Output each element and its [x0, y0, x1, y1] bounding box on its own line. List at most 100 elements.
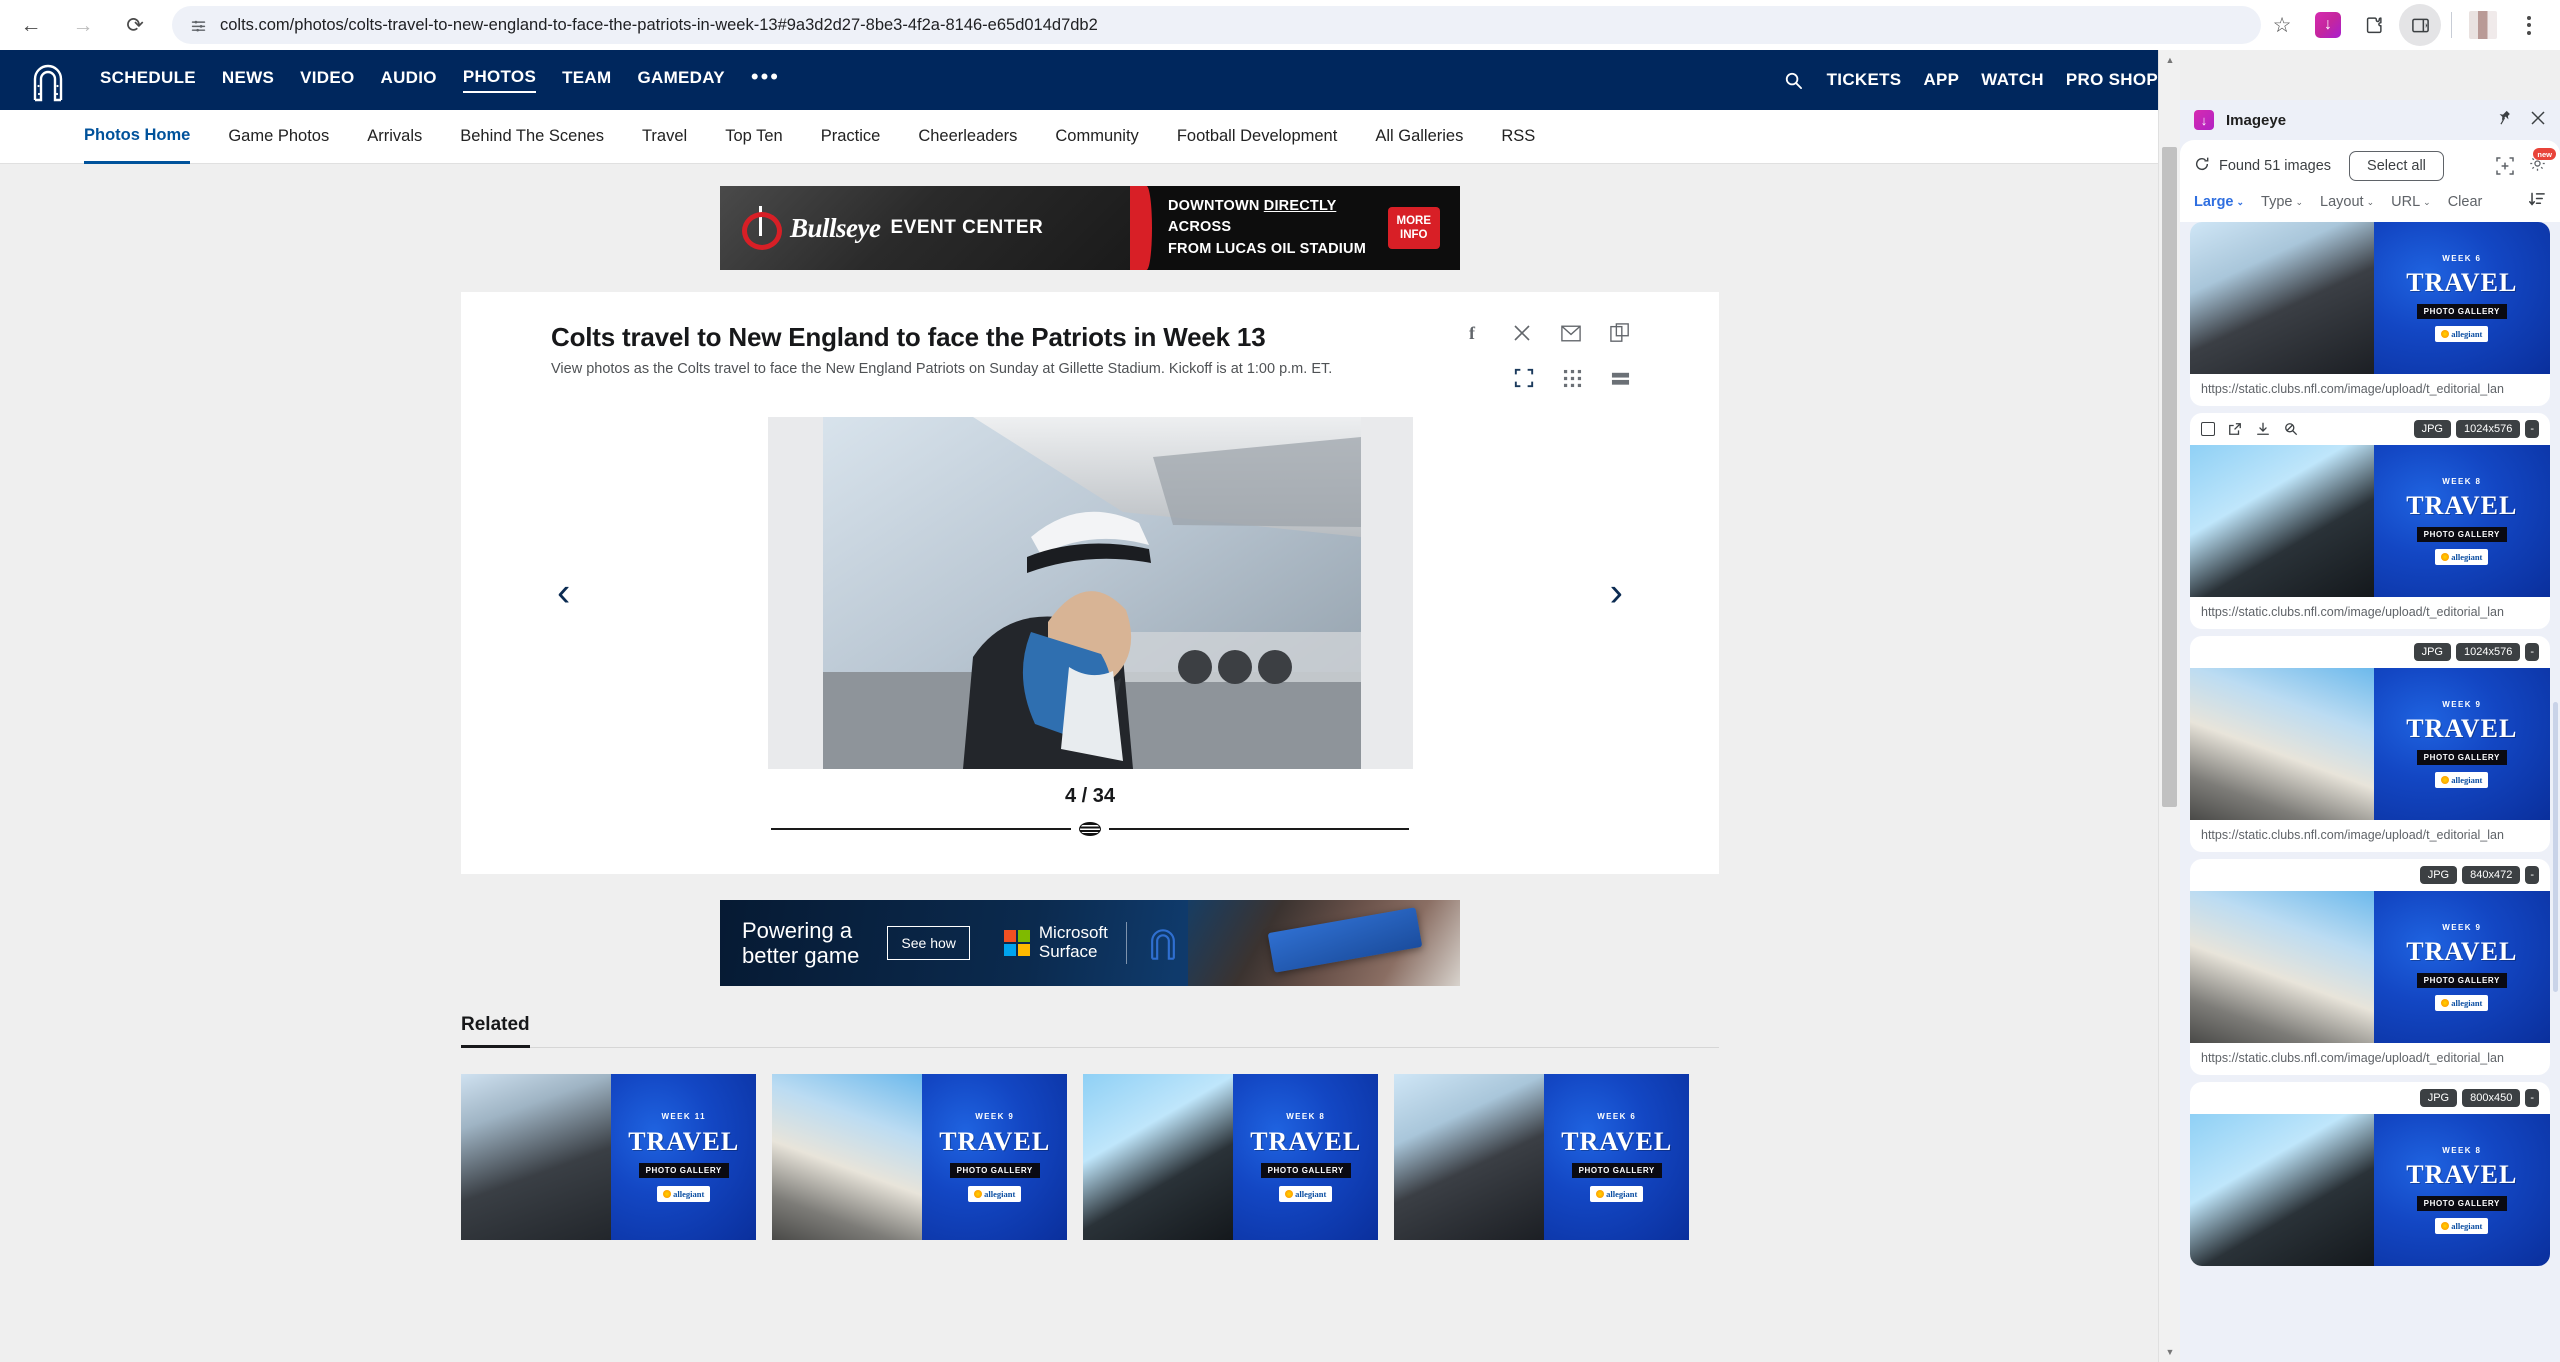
fullscreen-icon[interactable]: [1513, 367, 1535, 389]
nav-item-gameday[interactable]: GAMEDAY: [637, 68, 724, 92]
reload-button[interactable]: ⟳: [112, 2, 158, 48]
image-card-toolbar: JPG 1024x576 -: [2190, 413, 2550, 445]
chrome-menu-icon[interactable]: [2508, 4, 2550, 46]
scrollbar-up-arrow[interactable]: ▲: [2159, 50, 2180, 70]
nav-more-icon[interactable]: •••: [751, 65, 780, 90]
subnav-item-rss[interactable]: RSS: [1501, 110, 1535, 164]
bullseye-ad-banner[interactable]: Bullseye EVENT CENTER DOWNTOWN DIRECTLY …: [720, 186, 1460, 270]
nav-item-team[interactable]: TEAM: [562, 68, 611, 92]
nav-item-video[interactable]: VIDEO: [300, 68, 354, 92]
subnav-item-top-ten[interactable]: Top Ten: [725, 110, 783, 164]
microsoft-squares-icon: [1003, 930, 1030, 956]
extensions-puzzle-icon[interactable]: [2353, 4, 2395, 46]
subnav-item-football-development[interactable]: Football Development: [1177, 110, 1338, 164]
subnav-item-behind-the-scenes[interactable]: Behind The Scenes: [460, 110, 604, 164]
search-icon[interactable]: [1783, 69, 1805, 91]
back-button[interactable]: ←: [8, 2, 54, 48]
imageye-results-list[interactable]: WEEK 6 TRAVEL PHOTO GALLERY allegiant ht…: [2180, 222, 2560, 1362]
image-thumbnail[interactable]: WEEK 9 TRAVEL PHOTO GALLERY allegiant: [2190, 891, 2550, 1043]
open-in-new-tab-icon[interactable]: [2227, 421, 2243, 437]
imageye-extension-icon[interactable]: ↓: [2307, 4, 2349, 46]
carousel-progress-bar[interactable]: [461, 822, 1719, 836]
select-checkbox[interactable]: [2201, 422, 2215, 436]
nav-item-tickets[interactable]: TICKETS: [1827, 70, 1902, 90]
image-thumbnail[interactable]: WEEK 8 TRAVEL PHOTO GALLERY allegiant: [2190, 445, 2550, 597]
bullseye-more-info-button[interactable]: MORE INFO: [1387, 206, 1440, 250]
list-view-icon[interactable]: [1609, 367, 1631, 389]
filter-type[interactable]: Type ⌄: [2261, 194, 2303, 210]
carousel-current-photo[interactable]: [822, 417, 1361, 769]
image-result-card[interactable]: JPG 840x472 - WEEK 9 TRAVEL PHOTO GALLER…: [2190, 859, 2550, 1075]
imageye-scrollbar-thumb[interactable]: [2553, 702, 2558, 992]
image-type-badge: JPG: [2413, 643, 2451, 661]
side-panel-icon[interactable]: [2399, 4, 2441, 46]
nav-item-schedule[interactable]: SCHEDULE: [100, 68, 196, 92]
related-card[interactable]: WEEK 8 TRAVEL PHOTO GALLERY allegiant: [1083, 1074, 1378, 1240]
profile-avatar[interactable]: [2462, 4, 2504, 46]
nav-item-news[interactable]: NEWS: [222, 68, 274, 92]
nav-item-app[interactable]: APP: [1923, 70, 1959, 90]
gear-icon[interactable]: new: [2529, 148, 2556, 177]
filter-url[interactable]: URL ⌄: [2391, 194, 2431, 210]
email-icon[interactable]: [1560, 322, 1582, 344]
image-url-text[interactable]: https://static.clubs.nfl.com/image/uploa…: [2190, 820, 2550, 852]
subnav-item-practice[interactable]: Practice: [821, 110, 881, 164]
nav-item-audio[interactable]: AUDIO: [381, 68, 437, 92]
nav-item-photos[interactable]: PHOTOS: [462, 67, 537, 93]
carousel-prev-button[interactable]: ‹: [557, 571, 570, 616]
progress-handle[interactable]: [1079, 822, 1101, 836]
subnav-item-arrivals[interactable]: Arrivals: [367, 110, 422, 164]
bookmark-star-icon[interactable]: ☆: [2261, 4, 2303, 46]
filter-size[interactable]: Large ⌄: [2194, 194, 2244, 210]
related-travel-label: TRAVEL: [1561, 1126, 1673, 1156]
subnav-item-travel[interactable]: Travel: [642, 110, 687, 164]
image-result-card[interactable]: JPG 1024x576 - WEEK 8 TRAVEL PHOTO GALLE…: [2190, 413, 2550, 629]
facebook-icon[interactable]: f: [1462, 322, 1484, 344]
scrollbar-thumb[interactable]: [2162, 147, 2177, 807]
nav-item-pro-shop[interactable]: PRO SHOP: [2066, 70, 2158, 90]
thumbnail-gallery-label: PHOTO GALLERY: [2416, 972, 2507, 988]
filter-layout[interactable]: Layout ⌄: [2320, 194, 2374, 210]
nav-item-watch[interactable]: WATCH: [1981, 70, 2044, 90]
image-result-card[interactable]: JPG 800x450 - WEEK 8 TRAVEL PHOTO GALLER…: [2190, 1082, 2550, 1266]
pin-icon[interactable]: [2497, 110, 2512, 130]
image-result-card[interactable]: WEEK 6 TRAVEL PHOTO GALLERY allegiant ht…: [2190, 222, 2550, 406]
close-icon[interactable]: [2530, 110, 2546, 131]
image-thumbnail[interactable]: WEEK 9 TRAVEL PHOTO GALLERY allegiant: [2190, 668, 2550, 820]
image-url-text[interactable]: https://static.clubs.nfl.com/image/uploa…: [2190, 597, 2550, 629]
related-card[interactable]: WEEK 9 TRAVEL PHOTO GALLERY allegiant: [772, 1074, 1067, 1240]
subnav-item-cheerleaders[interactable]: Cheerleaders: [918, 110, 1017, 164]
image-thumbnail[interactable]: WEEK 8 TRAVEL PHOTO GALLERY allegiant: [2190, 1114, 2550, 1266]
colts-horseshoe-icon: [1143, 923, 1183, 963]
related-card[interactable]: WEEK 11 TRAVEL PHOTO GALLERY allegiant: [461, 1074, 756, 1240]
crop-capture-icon[interactable]: [2495, 156, 2515, 176]
ms-ad-see-how-button[interactable]: See how: [887, 926, 970, 960]
reverse-search-icon[interactable]: [2283, 421, 2299, 437]
scrollbar-down-arrow[interactable]: ▼: [2159, 1342, 2180, 1362]
subnav-item-photos-home[interactable]: Photos Home: [84, 110, 191, 164]
download-icon[interactable]: [2255, 421, 2271, 437]
colts-logo-icon[interactable]: [24, 58, 72, 102]
image-result-card[interactable]: JPG 1024x576 - WEEK 9 TRAVEL PHOTO GALLE…: [2190, 636, 2550, 852]
image-thumbnail[interactable]: WEEK 6 TRAVEL PHOTO GALLERY allegiant: [2190, 222, 2550, 374]
microsoft-surface-ad[interactable]: Powering a better game See how Microsoft…: [720, 900, 1460, 986]
subnav-item-community[interactable]: Community: [1055, 110, 1138, 164]
subnav-item-game-photos[interactable]: Game Photos: [228, 110, 329, 164]
forward-button[interactable]: →: [60, 2, 106, 48]
clear-filters-button[interactable]: Clear: [2448, 194, 2483, 210]
x-twitter-icon[interactable]: [1511, 322, 1533, 344]
carousel-next-button[interactable]: ›: [1610, 571, 1623, 616]
copy-link-icon[interactable]: [1609, 322, 1631, 344]
related-card[interactable]: WEEK 6 TRAVEL PHOTO GALLERY allegiant: [1394, 1074, 1689, 1240]
image-url-text[interactable]: https://static.clubs.nfl.com/image/uploa…: [2190, 1043, 2550, 1075]
subnav-item-all-galleries[interactable]: All Galleries: [1375, 110, 1463, 164]
refresh-icon[interactable]: [2194, 156, 2210, 177]
address-bar-url[interactable]: colts.com/photos/colts-travel-to-new-eng…: [220, 16, 1098, 35]
address-bar[interactable]: colts.com/photos/colts-travel-to-new-eng…: [172, 6, 2261, 44]
select-all-button[interactable]: Select all: [2349, 151, 2444, 181]
grid-view-icon[interactable]: [1561, 367, 1583, 389]
page-scrollbar[interactable]: ▲ ▼: [2158, 50, 2180, 1362]
image-url-text[interactable]: https://static.clubs.nfl.com/image/uploa…: [2190, 374, 2550, 406]
site-settings-icon[interactable]: [188, 15, 208, 35]
sort-descending-icon[interactable]: [2529, 191, 2546, 213]
